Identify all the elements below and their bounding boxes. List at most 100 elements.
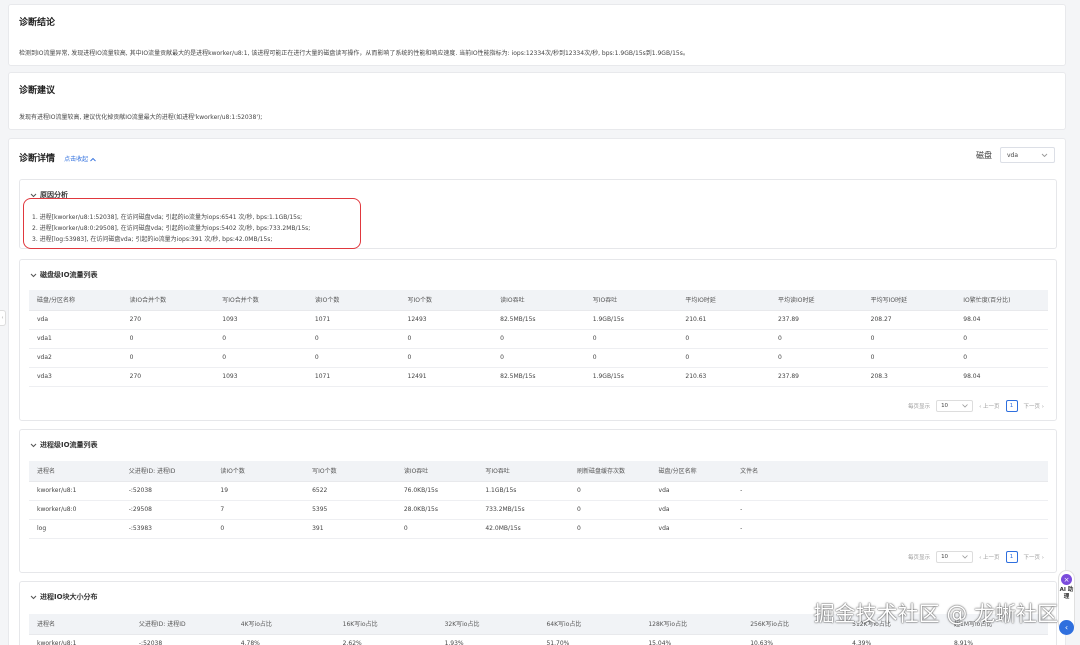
table-cell: 0 (306, 329, 400, 349)
column-header: 平均读IO时延 (770, 290, 863, 311)
table-cell: - (732, 500, 1048, 520)
table-cell: 1.93% (436, 634, 539, 645)
column-header: 读IO个数 (212, 461, 305, 482)
reason-highlight-box (23, 198, 361, 249)
chevron-down-icon (1041, 153, 1048, 157)
column-header: 文件名 (732, 461, 1048, 482)
table-cell: 1.9GB/15s (584, 367, 678, 387)
table-cell: 4.78% (232, 634, 335, 645)
table-header-row: 磁盘/分区名称 读IO合并个数 写IO合并个数 读IO个数 写IO个数 读IO吞… (29, 290, 1048, 311)
chevron-down-icon (30, 442, 37, 449)
process-io-table: 进程名 父进程ID: 进程ID 读IO个数 写IO个数 读IO吞吐 写IO吞吐 … (29, 461, 1048, 539)
column-header: 读IO个数 (306, 290, 400, 311)
suggestion-card: 诊断建议 发现有进程IO流量较高, 建议优化掉贡献IO流量最大的进程(如进程'k… (8, 72, 1066, 130)
block-size-title[interactable]: 进程IO块大小分布 (30, 592, 98, 602)
disk-io-card: 磁盘级IO流量列表 磁盘/分区名称 读IO合并个数 写IO合并个数 读IO个数 … (19, 259, 1057, 421)
table-cell: 0 (770, 329, 863, 349)
table-cell: 0 (569, 519, 651, 539)
table-cell: -:29508 (120, 500, 213, 520)
disk-select[interactable]: vda (1000, 147, 1055, 163)
table-cell: 98.04 (955, 367, 1048, 387)
collapse-link[interactable]: 点击收起 (64, 156, 96, 163)
table-row: kworker/u8:1 -:52038 19 6522 76.0KB/15s 1.1GB… (29, 481, 1048, 501)
page-number-button[interactable]: 1 (1005, 551, 1018, 563)
page-number-button[interactable]: 1 (1005, 400, 1018, 412)
conclusion-title: 诊断结论 (19, 18, 56, 28)
process-io-title[interactable]: 进程级IO流量列表 (30, 440, 98, 450)
table-cell: -:53983 (120, 519, 213, 539)
table-cell: 210.63 (677, 367, 770, 387)
table-cell: 0 (214, 329, 307, 349)
per-page-label: 每页显示 (908, 555, 931, 561)
table-row: vda3 270 1093 1071 12491 82.5MB/15s 1.9GB/15s 2… (29, 367, 1048, 387)
conclusion-card: 诊断结论 检测到IO流量异常, 发现进程IO流量较高, 其中IO流量贡献最大的是… (8, 4, 1066, 66)
table-cell: 0 (492, 329, 585, 349)
table-cell: 6522 (304, 481, 396, 501)
table-row: kworker/u8:1 -:52038 4.78% 2.62% 1.93% 51.70%… (29, 634, 1048, 645)
column-header: 父进程ID: 进程ID (130, 614, 233, 635)
sidebar-toggle-handle[interactable]: ‹ (0, 310, 6, 326)
column-header: 读IO合并个数 (121, 290, 215, 311)
table-cell: 0 (399, 329, 493, 349)
prev-page-label: 上一页 (983, 555, 1000, 561)
table-cell: 4.39% (844, 634, 947, 645)
table-cell: 237.89 (770, 367, 863, 387)
table-cell: 1093 (214, 367, 307, 387)
chevron-down-icon (962, 404, 968, 408)
table-cell: kworker/u8:1 (29, 634, 131, 645)
table-row: kworker/u8:0 -:29508 7 5395 28.0KB/15s 733.2M… (29, 500, 1048, 520)
table-cell: vda3 (29, 367, 122, 387)
table-cell: 28.0KB/15s (395, 500, 478, 520)
per-page-select[interactable]: 10 (936, 400, 974, 412)
table-cell: log (29, 519, 121, 539)
column-header: 进程名 (29, 614, 131, 635)
table-row: vda1 0 0 0 0 0 0 0 0 0 0 (29, 329, 1048, 349)
table-row: vda2 0 0 0 0 0 0 0 0 0 0 (29, 348, 1048, 368)
next-page-button[interactable]: 下一页 › (1024, 402, 1044, 410)
table-cell: 733.2MB/15s (477, 500, 570, 520)
chevron-down-icon (30, 594, 37, 601)
disk-label: 磁盘 (976, 151, 992, 160)
disk-io-title-text: 磁盘级IO流量列表 (40, 271, 98, 279)
table-cell: 0 (770, 348, 863, 368)
table-cell: 98.04 (955, 310, 1048, 330)
chevron-left-icon: ‹ (1, 315, 4, 321)
table-cell: 51.70% (538, 634, 641, 645)
table-cell: 12491 (399, 367, 493, 387)
chevron-down-icon (962, 555, 968, 559)
table-cell: 0 (306, 348, 400, 368)
table-cell: 1071 (306, 310, 400, 330)
disk-select-value: vda (1007, 151, 1019, 159)
column-header: 写IO合并个数 (214, 290, 307, 311)
table-cell: 270 (121, 367, 215, 387)
ai-assistant-label: AI 助理 (1059, 587, 1074, 600)
per-page-select[interactable]: 10 (936, 551, 974, 563)
collapse-fab[interactable]: ‹ (1059, 620, 1074, 635)
column-header: 父进程ID: 进程ID (120, 461, 213, 482)
table-cell: -:52038 (130, 634, 233, 645)
table-cell: - (732, 519, 1048, 539)
conclusion-text: 检测到IO流量异常, 发现进程IO流量较高, 其中IO流量贡献最大的是进程kwo… (19, 50, 689, 57)
column-header: 平均IO时延 (677, 290, 770, 311)
disk-io-table: 磁盘/分区名称 读IO合并个数 写IO合并个数 读IO个数 写IO个数 读IO吞… (29, 290, 1048, 387)
prev-page-button[interactable]: ‹ 上一页 (979, 553, 999, 561)
disk-io-title[interactable]: 磁盘级IO流量列表 (30, 270, 98, 280)
prev-page-button[interactable]: ‹ 上一页 (979, 402, 999, 410)
table-cell: 0 (955, 348, 1048, 368)
column-header: 写IO个数 (399, 290, 493, 311)
table-cell: 1093 (214, 310, 307, 330)
table-cell: 0 (212, 519, 305, 539)
table-cell: - (732, 481, 1048, 501)
ai-close-icon[interactable]: × (1061, 574, 1072, 585)
process-io-title-text: 进程级IO流量列表 (40, 441, 98, 449)
table-cell: vda1 (29, 329, 122, 349)
table-cell: 15.04% (640, 634, 743, 645)
column-header: 16K写io占比 (334, 614, 437, 635)
table-cell: 0 (569, 481, 651, 501)
table-cell: 5395 (304, 500, 396, 520)
details-title: 诊断详情 点击收起 (19, 151, 96, 164)
table-cell: 0 (955, 329, 1048, 349)
table-cell: 0 (569, 500, 651, 520)
column-header: 进程名 (29, 461, 121, 482)
next-page-button[interactable]: 下一页 › (1024, 553, 1044, 561)
